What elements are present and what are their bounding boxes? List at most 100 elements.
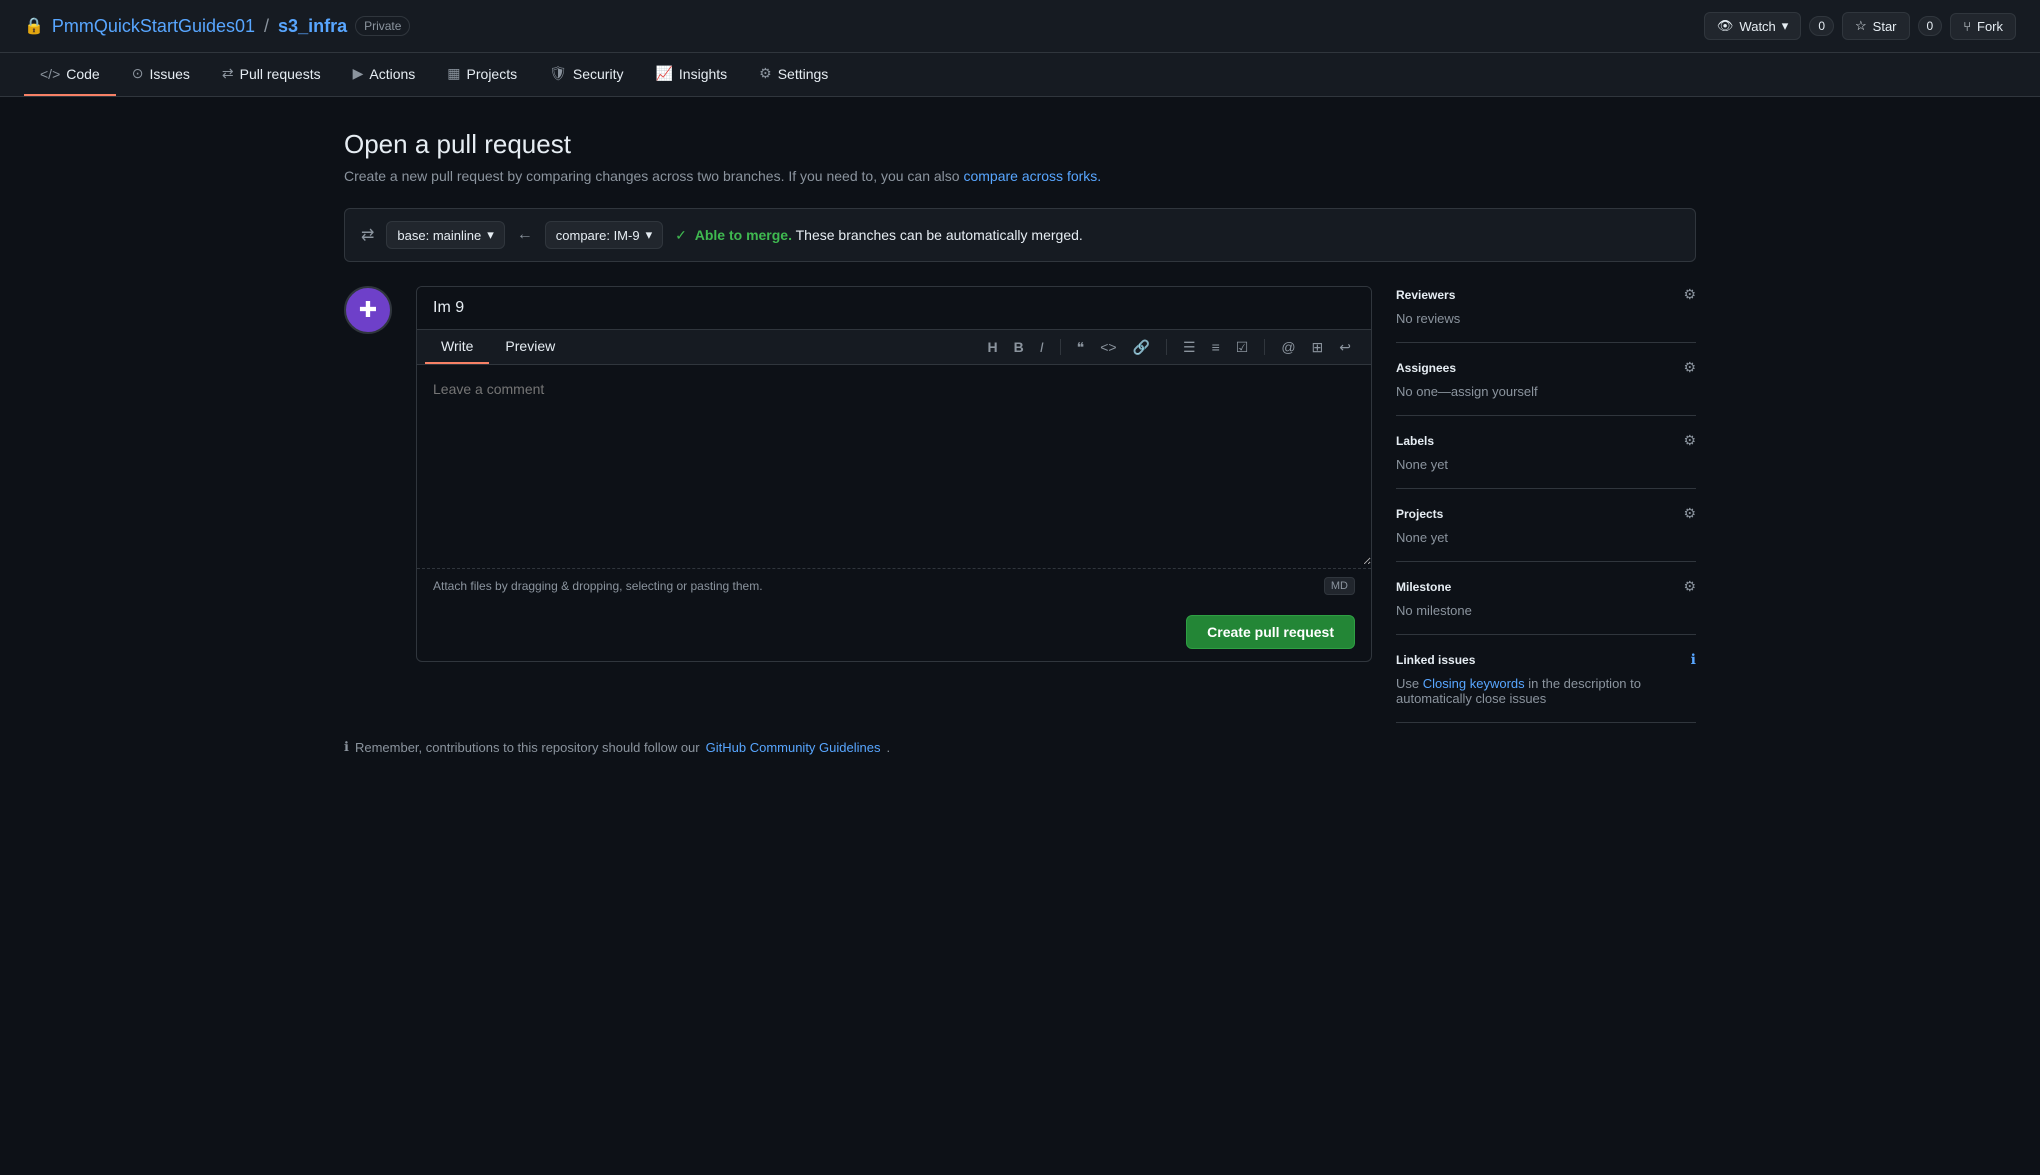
watch-label: Watch	[1739, 19, 1775, 34]
projects-title: Projects	[1396, 507, 1443, 521]
tab-code-label: Code	[66, 66, 99, 82]
tab-projects-label: Projects	[467, 66, 518, 82]
eye-icon: 👁	[1717, 18, 1734, 34]
create-pull-request-button[interactable]: Create pull request	[1186, 615, 1355, 649]
tab-issues[interactable]: ⊙ Issues	[116, 53, 206, 96]
header-actions: 👁 Watch ▾ 0 ☆ Star 0 ⑂ Fork	[1704, 12, 2016, 40]
star-label: Star	[1873, 19, 1897, 34]
reviewers-value: No reviews	[1396, 311, 1696, 326]
pr-form: Write Preview H B I ❝ <> 🔗 ☰ ≡ ☑ @ ⊞	[416, 286, 1372, 662]
tab-insights[interactable]: 📈 Insights	[639, 53, 743, 96]
repo-owner[interactable]: PmmQuickStartGuides01	[52, 16, 255, 36]
lock-icon: 🔒	[24, 16, 44, 36]
compare-icon: ⇄	[361, 225, 374, 245]
fork-button[interactable]: ⑂ Fork	[1950, 13, 2016, 40]
user-avatar: ✚	[344, 286, 392, 334]
linked-issues-section: Linked issues ℹ Use Closing keywords in …	[1396, 635, 1696, 723]
compare-branch-label: compare: IM-9	[556, 228, 640, 243]
tab-actions-label: Actions	[369, 66, 415, 82]
compare-forks-link[interactable]: compare across forks.	[963, 168, 1101, 184]
compare-branch-select[interactable]: compare: IM-9 ▾	[545, 221, 663, 249]
private-badge: Private	[355, 16, 410, 36]
avatar-icon: ✚	[359, 297, 377, 323]
info-circle-icon: ℹ	[344, 739, 349, 755]
page-subtitle: Create a new pull request by comparing c…	[344, 168, 1696, 184]
toolbar-divider-3	[1264, 339, 1265, 355]
toolbar-divider-2	[1166, 339, 1167, 355]
milestone-gear-button[interactable]: ⚙	[1683, 578, 1696, 595]
swap-branches-button[interactable]: ←	[517, 226, 533, 244]
projects-gear-button[interactable]: ⚙	[1683, 505, 1696, 522]
insights-icon: 📈	[655, 65, 672, 82]
projects-value: None yet	[1396, 530, 1696, 545]
community-guidelines-link[interactable]: GitHub Community Guidelines	[706, 740, 881, 755]
assignees-title: Assignees	[1396, 361, 1456, 375]
info-icon: ℹ	[1691, 651, 1696, 668]
bold-button[interactable]: B	[1010, 337, 1028, 357]
base-branch-select[interactable]: base: mainline ▾	[386, 221, 504, 249]
repo-name[interactable]: s3_infra	[278, 16, 347, 36]
task-list-button[interactable]: ☑	[1232, 337, 1253, 358]
mention-button[interactable]: @	[1277, 337, 1299, 357]
projects-icon: ▦	[447, 65, 460, 82]
quote-button[interactable]: ❝	[1073, 337, 1089, 358]
tab-code[interactable]: </> Code	[24, 53, 116, 96]
tab-issues-label: Issues	[149, 66, 189, 82]
labels-section: Labels ⚙ None yet	[1396, 416, 1696, 489]
reviewers-gear-button[interactable]: ⚙	[1683, 286, 1696, 303]
form-footer: Create pull request	[417, 603, 1371, 661]
repo-nav: </> Code ⊙ Issues ⇄ Pull requests ▶ Acti…	[0, 53, 2040, 97]
undo-button[interactable]: ↩	[1335, 337, 1355, 358]
fork-icon: ⑂	[1963, 19, 1971, 34]
repo-path: PmmQuickStartGuides01 / s3_infra	[52, 16, 347, 37]
able-to-merge-text: Able to merge.	[695, 227, 792, 243]
cross-ref-button[interactable]: ⊞	[1308, 337, 1328, 358]
pr-icon: ⇄	[222, 65, 234, 82]
tab-settings-label: Settings	[778, 66, 829, 82]
community-note: ℹ Remember, contributions to this reposi…	[344, 739, 1696, 755]
reviewers-section: Reviewers ⚙ No reviews	[1396, 286, 1696, 343]
tab-insights-label: Insights	[679, 66, 727, 82]
labels-gear-button[interactable]: ⚙	[1683, 432, 1696, 449]
star-count: 0	[1918, 16, 1943, 36]
security-icon: 🛡	[549, 65, 567, 82]
issue-icon: ⊙	[132, 65, 144, 82]
editor-tabs: Write Preview H B I ❝ <> 🔗 ☰ ≡ ☑ @ ⊞	[417, 330, 1371, 365]
tab-security-label: Security	[573, 66, 624, 82]
branch-chevron-icon: ▾	[487, 227, 494, 243]
projects-header: Projects ⚙	[1396, 505, 1696, 522]
milestone-value: No milestone	[1396, 603, 1696, 618]
tab-security[interactable]: 🛡 Security	[533, 53, 639, 96]
tab-actions[interactable]: ▶ Actions	[337, 53, 432, 96]
milestone-header: Milestone ⚙	[1396, 578, 1696, 595]
code-button[interactable]: <>	[1096, 337, 1120, 357]
actions-icon: ▶	[353, 65, 364, 82]
page-title: Open a pull request	[344, 129, 1696, 160]
star-button[interactable]: ☆ Star	[1842, 12, 1910, 40]
heading-button[interactable]: H	[984, 337, 1002, 357]
write-tab[interactable]: Write	[425, 330, 489, 364]
tab-projects[interactable]: ▦ Projects	[431, 53, 533, 96]
labels-title: Labels	[1396, 434, 1434, 448]
link-button[interactable]: 🔗	[1129, 337, 1154, 358]
markdown-icon: MD	[1324, 577, 1355, 595]
base-branch-label: base: mainline	[397, 228, 481, 243]
linked-issues-header: Linked issues ℹ	[1396, 651, 1696, 668]
attach-text: Attach files by dragging & dropping, sel…	[433, 579, 763, 593]
labels-header: Labels ⚙	[1396, 432, 1696, 449]
closing-keywords-link[interactable]: Closing keywords	[1423, 676, 1525, 691]
tab-settings[interactable]: ⚙ Settings	[743, 53, 844, 96]
preview-tab[interactable]: Preview	[489, 330, 571, 364]
merge-status: ✓ Able to merge. These branches can be a…	[675, 227, 1083, 244]
assignees-gear-button[interactable]: ⚙	[1683, 359, 1696, 376]
watch-button[interactable]: 👁 Watch ▾	[1704, 12, 1801, 40]
unordered-list-button[interactable]: ☰	[1179, 337, 1200, 358]
ordered-list-button[interactable]: ≡	[1208, 337, 1224, 357]
reviewers-header: Reviewers ⚙	[1396, 286, 1696, 303]
italic-button[interactable]: I	[1036, 337, 1048, 357]
tab-pull-requests[interactable]: ⇄ Pull requests	[206, 53, 337, 96]
repo-title-area: 🔒 PmmQuickStartGuides01 / s3_infra Priva…	[24, 16, 410, 37]
comment-textarea[interactable]	[417, 365, 1371, 565]
chevron-down-icon: ▾	[1782, 18, 1789, 34]
pr-title-input[interactable]	[417, 287, 1371, 330]
